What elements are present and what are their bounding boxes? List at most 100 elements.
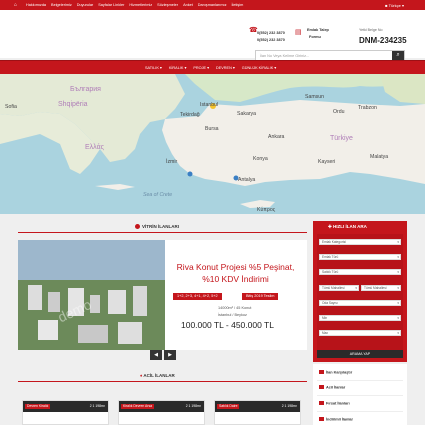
topnav-link-hakkimizda[interactable]: Hakkımızda [26, 3, 46, 7]
search-submit-button[interactable]: ARAMA YAP [317, 350, 403, 358]
star-icon [135, 224, 140, 229]
map-label: Sakarya [237, 111, 257, 117]
acil-card-label: Satılık Daire [217, 404, 240, 409]
map-label: Shqipëria [58, 101, 88, 108]
select-satilik-turu[interactable]: Satılık Türü [319, 269, 401, 275]
nav-devren[interactable]: DEVREN ▾ [216, 65, 235, 70]
nav-satilik[interactable]: SATILIK ▾ [145, 65, 162, 70]
listing-photo-art: demo [18, 240, 165, 350]
main-nav: SATILIK ▾ KİRALIK ▾ PROJE ▾ DEVREN ▾ GÜN… [0, 60, 425, 74]
acil-card[interactable]: Satılık Daire 2 1 198m² [214, 400, 301, 425]
map-label: Sea of Crete [143, 192, 173, 198]
topnav-link-duyurular[interactable]: Duyurular [77, 3, 93, 7]
side-link-acil[interactable]: Acil İlanlar [319, 385, 345, 390]
flag-icon [319, 385, 324, 389]
nav-proje[interactable]: PROJE ▾ [193, 65, 209, 70]
side-link-karsilastir[interactable]: İlan Karşılaştır [319, 370, 352, 375]
topnav-link-anket[interactable]: Anket [183, 3, 193, 7]
emlak-talep-title: Emlak Talep [307, 28, 329, 32]
topnav-link-danismanlar[interactable]: Danışmanlarımız [198, 3, 227, 7]
acil-card-icons: 2 1 198m² [89, 404, 105, 408]
acil-card-label: Kiralık Devren Arsa [121, 404, 155, 409]
rooms-badge: 1+2, 2+3, 4+1, 4+2, 5+2 [173, 293, 222, 300]
acil-card-icons: 2 1 198m² [185, 404, 201, 408]
yetki-belge-no: DNM-234235 [359, 36, 407, 45]
quick-search-form: Emlak Kategorisi Emlak Türü Satılık Türü… [317, 234, 403, 357]
home-icon[interactable]: ⌂ [14, 2, 17, 8]
prev-arrow-icon[interactable]: ◀ [150, 350, 162, 360]
acil-heading: ACİL İLANLAR [143, 373, 175, 378]
map-label: Tekirdağ [180, 112, 200, 118]
listing-photo[interactable]: demo [18, 240, 165, 350]
acil-card-label: Devren Kiralık [25, 404, 51, 409]
acil-section-header: ♦ ACİL İLANLAR [18, 371, 307, 382]
nav-kiralik[interactable]: KİRALIK ▾ [169, 65, 187, 70]
select-mahalle-2[interactable]: Tümü Mahallesi [361, 285, 401, 291]
delivery-badge: Bitiş 2019 Teslim [242, 293, 279, 300]
map-label: Türkiye [330, 135, 353, 142]
document-icon: ▤ [295, 29, 302, 36]
search-input[interactable]: İlan No Veya Kelime Giriniz... [260, 54, 309, 58]
phone-number-1: 0(552) 232 3870 [257, 31, 285, 35]
map-label: Κύπρος [257, 207, 276, 213]
topnav-link-sozlesmeler[interactable]: Sözleşmeler [157, 3, 178, 7]
map-label: İzmir [166, 159, 178, 165]
map-label: Ελλάς [85, 144, 104, 151]
map-label: Kayseri [318, 159, 336, 165]
input-min-price[interactable]: Min [319, 315, 401, 321]
language-select[interactable]: ■ Türkçe ▾ [385, 3, 404, 8]
acil-card[interactable]: Devren Kiralık 2 1 198m² [22, 400, 109, 425]
vitrin-section-header: VİTRİN İLANLARI [18, 222, 307, 233]
phone-number-2: 0(552) 232 3870 [257, 38, 285, 42]
map-label: Malatya [370, 154, 389, 160]
top-nav: Hakkımızda Belgelerimiz Duyurular Sayfal… [26, 3, 243, 7]
emlak-talep-sub: Formu [309, 35, 321, 39]
topnav-link-belgelerimiz[interactable]: Belgelerimiz [51, 3, 72, 7]
map-label: Ordu [333, 109, 345, 115]
phone-icon: ☎ [249, 27, 258, 34]
map[interactable]: Sofia България Shqipëria Tekirdağ Istanbul Bu… [0, 74, 425, 214]
listing-title[interactable]: Riva Konut Projesi %5 Peşinat, %10 KDV İ… [168, 261, 303, 285]
flag-icon [319, 401, 324, 405]
slider-arrows: ◀ ▶ [150, 350, 176, 360]
vitrin-heading: VİTRİN İLANLARI [142, 224, 179, 229]
topnav-link-iletisim[interactable]: İletişim [231, 3, 243, 7]
topnav-link-sayfalar[interactable]: Sayfalar Linkler [98, 3, 124, 7]
emlak-talep-link[interactable]: ▤ Emlak Talep Formu [295, 24, 355, 48]
search-icon[interactable]: ⌕ [392, 51, 404, 60]
select-mahalle-1[interactable]: Tümü Mahallesi [319, 285, 359, 291]
map-label: Samsun [305, 94, 325, 100]
acil-card-icons: 2 1 198m² [281, 404, 297, 408]
vitrin-slide[interactable]: demo Riva Konut Projesi %5 Peşinat, %10 … [18, 240, 307, 350]
side-link-indirimli[interactable]: İndirimli İlanlar [319, 417, 353, 422]
map-label: Sofia [5, 104, 17, 110]
next-arrow-icon[interactable]: ▶ [164, 350, 176, 360]
map-label: Ankara [268, 134, 285, 140]
map-label: Istanbul [200, 102, 219, 108]
flag-icon [319, 370, 324, 374]
input-max-price[interactable]: Max [319, 330, 401, 336]
phone-box[interactable]: ☎ 0(552) 232 3870 0(552) 232 3870 [249, 20, 289, 46]
listing-price: 100.000 TL - 450.000 TL [181, 320, 274, 330]
topnav-link-hizmetlerimiz[interactable]: Hizmetlerimiz [129, 3, 152, 7]
acil-card[interactable]: Kiralık Devren Arsa 2 1 198m² [118, 400, 205, 425]
map-land [0, 74, 425, 208]
map-label: Bursa [205, 126, 219, 132]
listing-area-units: 14000m² / 45 Konut [218, 306, 252, 310]
quick-search-heading: HIZLI İLAN ARA [333, 223, 367, 229]
yetki-belge: Yetki Belge No DNM-234235 [357, 24, 412, 48]
yetki-belge-label: Yetki Belge No [359, 28, 383, 32]
side-link-firsat[interactable]: Fırsat İlanları [319, 401, 350, 406]
side-link-list: İlan Karşılaştır Acil İlanlar Fırsat İla… [313, 364, 407, 425]
map-label: Trabzon [358, 105, 377, 111]
select-emlak-turu[interactable]: Emlak Türü [319, 254, 401, 260]
select-oda-sayisi[interactable]: Oda Sayısı [319, 300, 401, 306]
listing-location: İstanbul / Beykoz [218, 313, 247, 317]
quick-search-panel: ✚ HIZLI İLAN ARA Emlak Kategorisi Emlak … [313, 221, 407, 362]
nav-gunluk-kiralik[interactable]: GÜNLÜK KİRALIK ▾ [242, 65, 276, 70]
header: ☎ 0(552) 232 3870 0(552) 232 3870 ▤ Emla… [0, 10, 425, 61]
map-label: Konya [253, 156, 268, 162]
top-bar: ⌂ Hakkımızda Belgelerimiz Duyurular Sayf… [0, 0, 425, 10]
map-label: Antalya [238, 177, 256, 183]
select-kategori[interactable]: Emlak Kategorisi [319, 239, 401, 245]
